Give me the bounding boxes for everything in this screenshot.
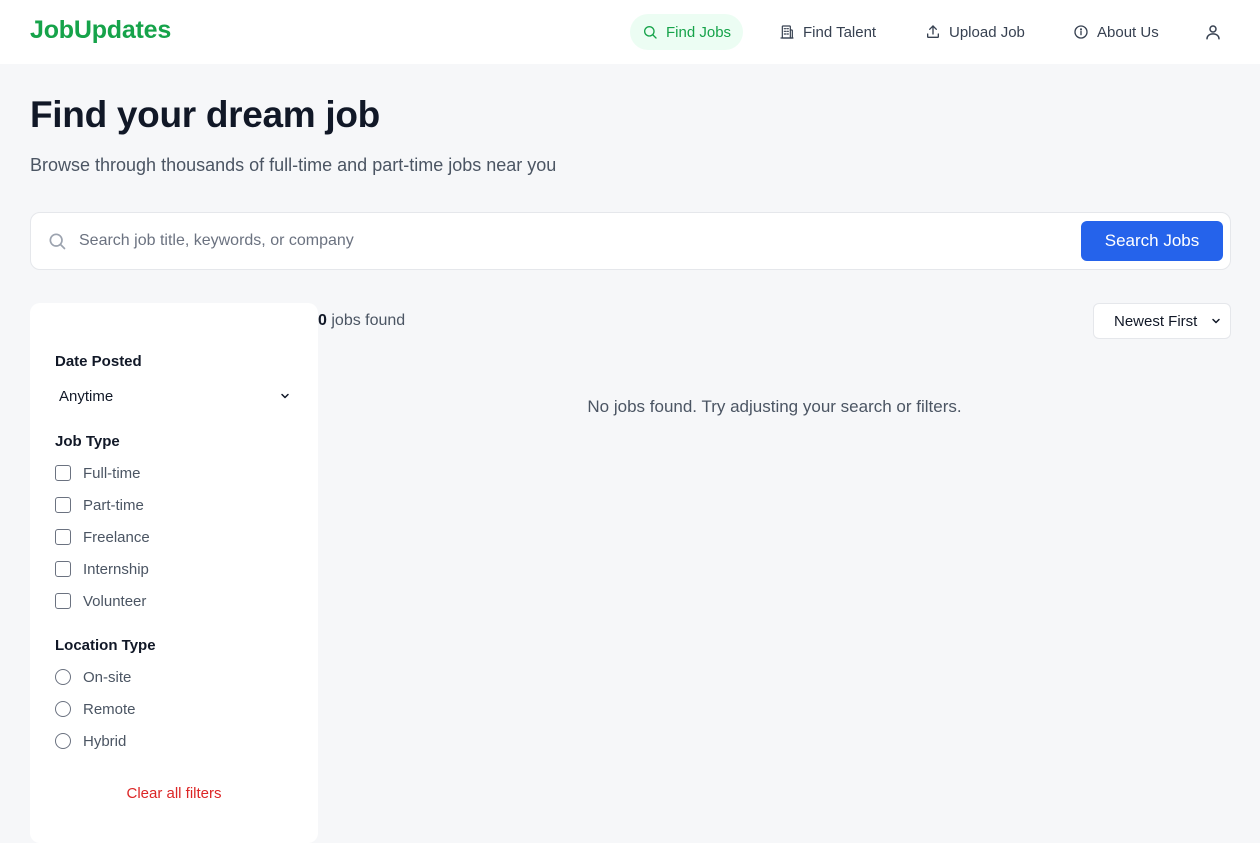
search-bar: Search Jobs — [30, 212, 1231, 270]
page-title: Find your dream job — [30, 94, 380, 135]
location-label: On-site — [83, 668, 132, 686]
radio-button[interactable] — [55, 733, 71, 749]
job-type-volunteer[interactable]: Volunteer — [55, 591, 146, 611]
building-icon — [780, 25, 794, 39]
checkbox[interactable] — [55, 529, 71, 545]
job-type-freelance[interactable]: Freelance — [55, 527, 150, 547]
date-posted-select[interactable]: Anytime — [55, 383, 295, 409]
jobs-count-suffix: jobs found — [331, 312, 406, 329]
search-jobs-button[interactable]: Search Jobs — [1081, 221, 1223, 261]
job-type-label: Freelance — [83, 528, 150, 546]
job-type-heading: Job Type — [55, 433, 120, 450]
location-label: Hybrid — [83, 732, 127, 750]
nav-find-jobs[interactable]: Find Jobs — [630, 14, 744, 50]
location-remote[interactable]: Remote — [55, 699, 136, 719]
search-icon — [49, 233, 66, 250]
upload-icon — [927, 25, 939, 38]
clear-filters-link[interactable]: Clear all filters — [30, 785, 318, 802]
sort-value: Newest First — [1114, 312, 1198, 330]
checkbox[interactable] — [55, 593, 71, 609]
jobs-found-count: 0 jobs found — [318, 312, 405, 330]
page-subtitle: Browse through thousands of full-time an… — [30, 155, 557, 175]
nav-upload-job[interactable]: Upload Job — [913, 14, 1037, 50]
job-type-internship[interactable]: Internship — [55, 559, 149, 579]
sort-select[interactable]: Newest First — [1093, 303, 1231, 339]
location-on-site[interactable]: On-site — [55, 667, 131, 687]
job-type-label: Full-time — [83, 464, 141, 482]
date-posted-value: Anytime — [59, 387, 114, 405]
nav-about-us[interactable]: About Us — [1061, 14, 1171, 50]
user-account-button[interactable] — [1201, 20, 1225, 44]
search-input[interactable] — [79, 225, 1069, 257]
radio-button[interactable] — [55, 669, 71, 685]
nav-find-jobs-label: Find Jobs — [666, 23, 732, 41]
checkbox[interactable] — [55, 561, 71, 577]
empty-results-message: No jobs found. Try adjusting your search… — [587, 397, 962, 416]
job-type-full-time[interactable]: Full-time — [55, 463, 141, 483]
job-type-label: Internship — [83, 560, 149, 578]
checkbox[interactable] — [55, 465, 71, 481]
job-type-label: Volunteer — [83, 592, 147, 610]
checkbox[interactable] — [55, 497, 71, 513]
info-icon — [1074, 25, 1088, 39]
job-type-label: Part-time — [83, 496, 144, 514]
search-icon — [644, 26, 657, 39]
nav-find-talent-label: Find Talent — [803, 23, 877, 41]
location-hybrid[interactable]: Hybrid — [55, 731, 126, 751]
job-type-part-time[interactable]: Part-time — [55, 495, 144, 515]
chevron-down-icon — [1212, 318, 1220, 324]
user-icon — [1206, 25, 1220, 40]
nav-upload-job-label: Upload Job — [949, 23, 1025, 41]
top-navigation: JobUpdates Find Jobs Find Talent Upload … — [0, 0, 1260, 64]
nav-about-us-label: About Us — [1097, 23, 1159, 41]
location-type-heading: Location Type — [55, 637, 156, 654]
date-posted-heading: Date Posted — [55, 353, 142, 370]
radio-button[interactable] — [55, 701, 71, 717]
brand-logo[interactable]: JobUpdates — [30, 16, 171, 45]
jobs-count: 0 — [318, 312, 327, 329]
chevron-down-icon — [281, 393, 289, 399]
nav-find-talent[interactable]: Find Talent — [767, 14, 888, 50]
location-label: Remote — [83, 700, 136, 718]
filters-panel: Date Posted Anytime Job Type Full-time P… — [30, 303, 318, 843]
